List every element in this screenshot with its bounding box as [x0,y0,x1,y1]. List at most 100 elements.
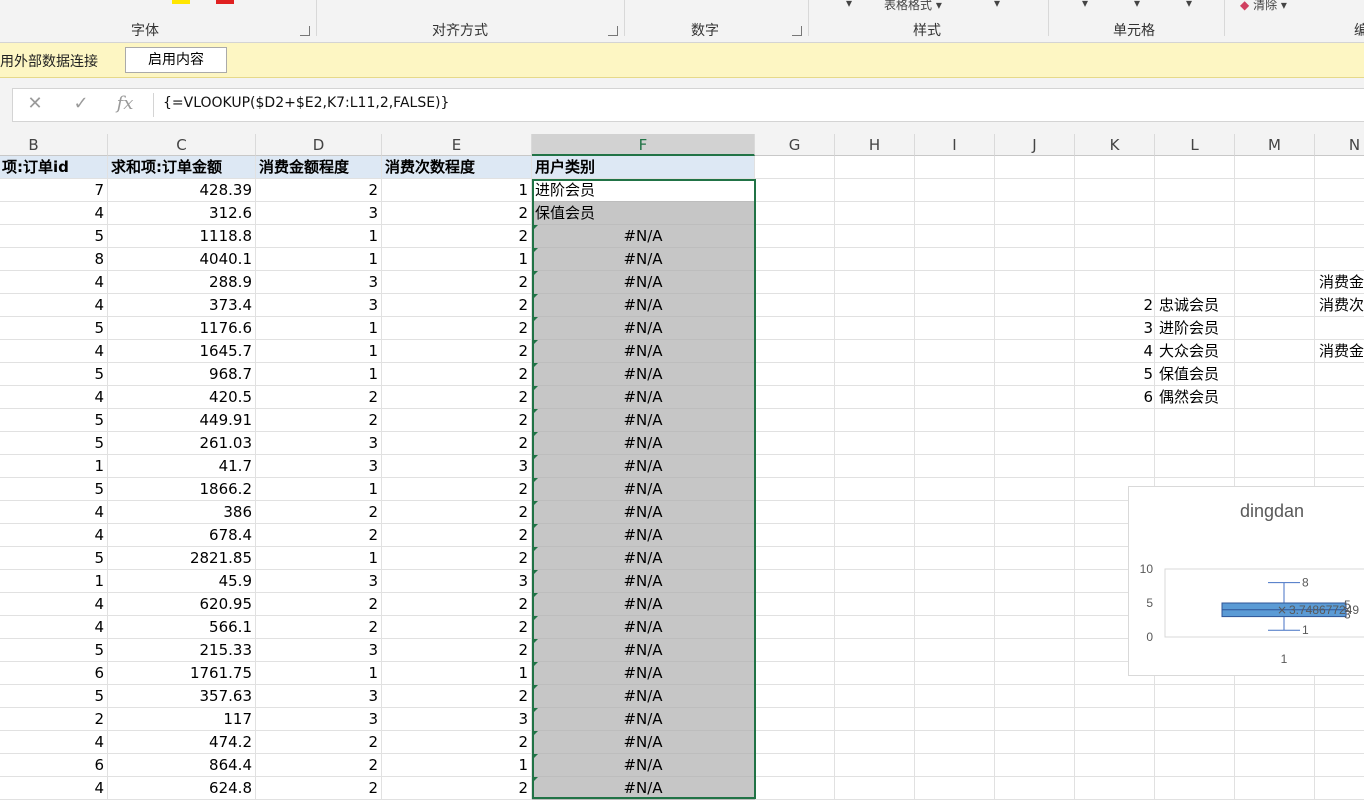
delete-dropdown-icon[interactable]: ▾ [1134,0,1140,10]
empty-cell[interactable] [835,409,915,432]
empty-cell[interactable] [1235,179,1315,202]
table-cell[interactable]: 4 [0,593,108,616]
n-column-text-cell[interactable]: 消费次 [1319,294,1364,317]
empty-cell[interactable] [755,409,835,432]
empty-cell[interactable] [835,225,915,248]
empty-cell[interactable] [995,409,1075,432]
empty-cell[interactable] [835,547,915,570]
column-header-g[interactable]: G [755,134,835,156]
table-cell[interactable]: 1118.8 [108,225,256,248]
empty-cell[interactable] [1235,708,1315,731]
empty-cell[interactable] [1315,179,1364,202]
empty-cell[interactable] [1155,248,1235,271]
table-cell[interactable]: 566.1 [108,616,256,639]
empty-cell[interactable] [995,639,1075,662]
empty-cell[interactable] [1235,317,1315,340]
empty-cell[interactable] [1155,202,1235,225]
user-category-cell[interactable]: #N/A [532,708,755,731]
empty-cell[interactable] [1235,754,1315,777]
number-dialog-launcher-icon[interactable] [792,26,802,36]
table-cell[interactable]: 2 [382,432,532,455]
empty-cell[interactable] [1315,386,1364,409]
empty-cell[interactable] [835,708,915,731]
empty-cell[interactable] [995,616,1075,639]
empty-cell[interactable] [915,432,995,455]
empty-cell[interactable] [1075,156,1155,179]
empty-cell[interactable] [995,662,1075,685]
table-cell[interactable]: 1 [256,248,382,271]
table-format-button[interactable]: 表格格式 ▾ [884,0,942,13]
user-category-cell[interactable]: #N/A [532,501,755,524]
table-header-cell[interactable]: 消费次数程度 [382,156,532,179]
lookup-label-cell[interactable]: 进阶会员 [1159,317,1219,340]
user-category-cell[interactable]: #N/A [532,432,755,455]
empty-cell[interactable] [915,501,995,524]
empty-cell[interactable] [915,202,995,225]
empty-cell[interactable] [835,662,915,685]
alignment-dialog-launcher-icon[interactable] [608,26,618,36]
empty-cell[interactable] [995,317,1075,340]
table-cell[interactable]: 1 [256,363,382,386]
conditional-format-dropdown-icon[interactable]: ▾ [846,0,852,10]
empty-cell[interactable] [1315,685,1364,708]
table-cell[interactable]: 7 [0,179,108,202]
empty-cell[interactable] [1315,708,1364,731]
lookup-key-cell[interactable]: 2 [1075,294,1153,317]
table-cell[interactable]: 2 [382,386,532,409]
empty-cell[interactable] [1075,248,1155,271]
user-category-cell[interactable]: #N/A [532,340,755,363]
empty-cell[interactable] [755,708,835,731]
table-cell[interactable]: 2 [256,179,382,202]
empty-cell[interactable] [1235,432,1315,455]
table-cell[interactable]: 312.6 [108,202,256,225]
empty-cell[interactable] [1315,409,1364,432]
empty-cell[interactable] [1155,754,1235,777]
table-cell[interactable]: 2 [382,478,532,501]
empty-cell[interactable] [915,777,995,800]
table-cell[interactable]: 2 [256,731,382,754]
table-cell[interactable]: 1 [382,179,532,202]
empty-cell[interactable] [1075,754,1155,777]
empty-cell[interactable] [915,455,995,478]
table-cell[interactable]: 3 [382,570,532,593]
empty-cell[interactable] [915,156,995,179]
table-cell[interactable]: 1 [382,754,532,777]
empty-cell[interactable] [995,432,1075,455]
table-cell[interactable]: 5 [0,317,108,340]
lookup-key-cell[interactable]: 4 [1075,340,1153,363]
table-cell[interactable]: 2 [382,340,532,363]
empty-cell[interactable] [1155,685,1235,708]
empty-cell[interactable] [835,156,915,179]
table-cell[interactable]: 4 [0,616,108,639]
table-cell[interactable]: 624.8 [108,777,256,800]
empty-cell[interactable] [755,639,835,662]
empty-cell[interactable] [755,478,835,501]
empty-cell[interactable] [1075,708,1155,731]
column-header-f[interactable]: F [532,134,755,156]
empty-cell[interactable] [755,685,835,708]
table-cell[interactable]: 41.7 [108,455,256,478]
table-cell[interactable]: 386 [108,501,256,524]
empty-cell[interactable] [755,570,835,593]
empty-cell[interactable] [835,340,915,363]
empty-cell[interactable] [915,179,995,202]
table-cell[interactable]: 4 [0,202,108,225]
empty-cell[interactable] [755,754,835,777]
table-cell[interactable]: 1 [256,317,382,340]
empty-cell[interactable] [995,363,1075,386]
empty-cell[interactable] [755,363,835,386]
empty-cell[interactable] [835,570,915,593]
box-plot-chart[interactable]: dingdan 0 5 10 × 3.748677249 8 5 3 1 1 [1128,486,1364,676]
empty-cell[interactable] [995,202,1075,225]
table-cell[interactable]: 1 [382,248,532,271]
table-cell[interactable]: 3 [256,432,382,455]
clear-button[interactable]: ◆ 清除 ▾ [1240,0,1287,13]
table-cell[interactable]: 1 [382,662,532,685]
empty-cell[interactable] [835,202,915,225]
empty-cell[interactable] [755,248,835,271]
table-cell[interactable]: 3 [256,294,382,317]
table-cell[interactable]: 3 [256,570,382,593]
empty-cell[interactable] [915,409,995,432]
empty-cell[interactable] [755,156,835,179]
table-cell[interactable]: 4 [0,777,108,800]
